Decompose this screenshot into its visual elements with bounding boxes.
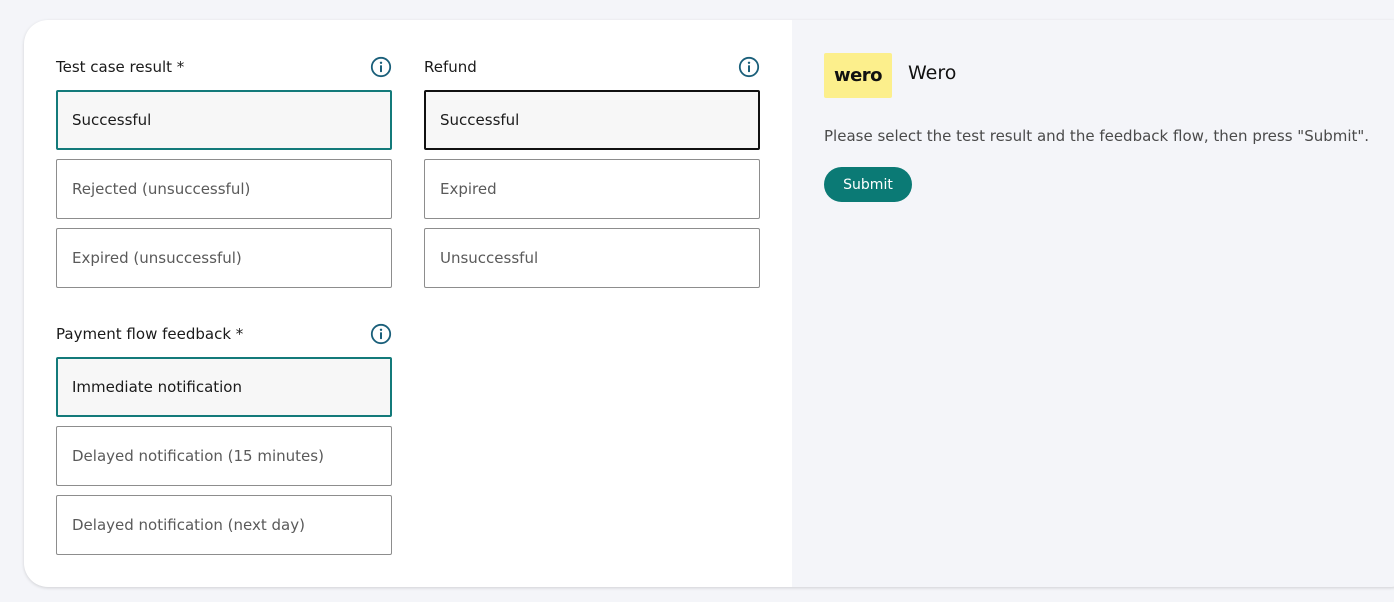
payment-flow-feedback-header: Payment flow feedback *	[56, 321, 392, 347]
wero-logo: wero	[824, 53, 892, 98]
option-label: Successful	[440, 111, 520, 129]
refund-group: Refund Successful Expired Unsuccessful	[424, 54, 760, 297]
payment-flow-feedback-label: Payment flow feedback *	[56, 325, 244, 343]
option-label: Delayed notification (15 minutes)	[72, 447, 324, 465]
option-label: Immediate notification	[72, 378, 242, 396]
instructions-text: Please select the test result and the fe…	[824, 127, 1370, 145]
refund-label: Refund	[424, 58, 477, 76]
refund-option-successful[interactable]: Successful	[424, 90, 760, 150]
refund-option-unsuccessful[interactable]: Unsuccessful	[424, 228, 760, 288]
feedback-option-immediate[interactable]: Immediate notification	[56, 357, 392, 417]
info-panel: wero Wero Please select the test result …	[792, 20, 1394, 587]
info-icon[interactable]	[370, 323, 392, 345]
test-result-option-expired[interactable]: Expired (unsuccessful)	[56, 228, 392, 288]
wero-logo-text: wero	[833, 65, 883, 86]
test-case-result-group: Test case result * Successful Rejected (…	[56, 54, 392, 297]
info-icon[interactable]	[370, 56, 392, 78]
refund-option-expired[interactable]: Expired	[424, 159, 760, 219]
option-label: Unsuccessful	[440, 249, 539, 267]
test-case-result-header: Test case result *	[56, 54, 392, 80]
option-label: Delayed notification (next day)	[72, 516, 305, 534]
test-result-card: Test case result * Successful Rejected (…	[24, 20, 1394, 587]
test-case-result-label: Test case result *	[56, 58, 185, 76]
submit-button[interactable]: Submit	[824, 167, 912, 202]
brand-name: Wero	[908, 62, 957, 84]
refund-header: Refund	[424, 54, 760, 80]
feedback-option-delayed-next-day[interactable]: Delayed notification (next day)	[56, 495, 392, 555]
info-icon[interactable]	[738, 56, 760, 78]
payment-flow-feedback-group: Payment flow feedback * Immediate notifi…	[56, 321, 392, 564]
feedback-option-delayed-15min[interactable]: Delayed notification (15 minutes)	[56, 426, 392, 486]
option-label: Expired (unsuccessful)	[72, 249, 242, 267]
option-label: Rejected (unsuccessful)	[72, 180, 251, 198]
option-label: Successful	[72, 111, 152, 129]
test-result-option-successful[interactable]: Successful	[56, 90, 392, 150]
option-label: Expired	[440, 180, 497, 198]
test-result-option-rejected[interactable]: Rejected (unsuccessful)	[56, 159, 392, 219]
